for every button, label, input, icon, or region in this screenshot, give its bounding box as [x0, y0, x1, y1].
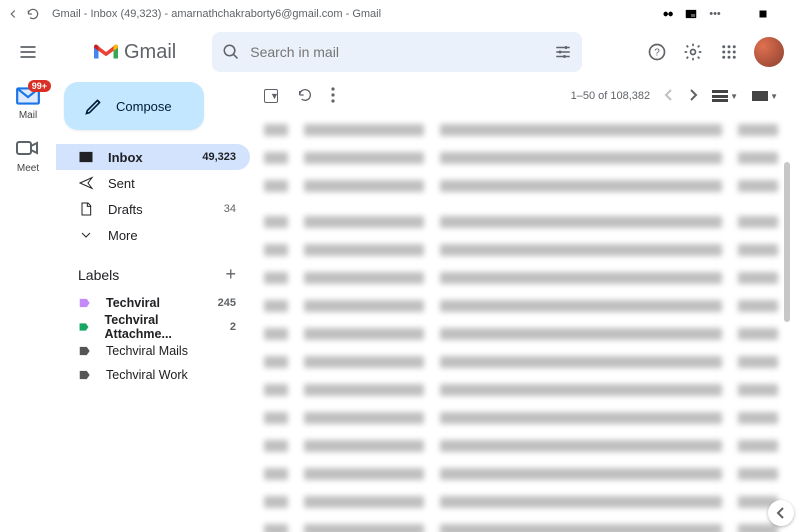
input-tools-toggle[interactable]: ▼ [752, 91, 778, 101]
prev-page-button[interactable] [664, 88, 674, 105]
nav-drafts[interactable]: Drafts 34 [56, 196, 250, 222]
label-item[interactable]: Techviral Work [56, 363, 250, 387]
message-row[interactable] [250, 144, 792, 172]
maximize-icon[interactable] [756, 7, 770, 21]
window-title: Gmail - Inbox (49,323) - amarnathchakrab… [52, 8, 381, 20]
message-row[interactable] [250, 208, 792, 236]
nav-inbox-count: 49,323 [202, 151, 236, 163]
mail-badge: 99+ [28, 80, 51, 92]
label-item[interactable]: Techviral245 [56, 291, 250, 315]
scrollbar[interactable] [784, 162, 790, 322]
message-row[interactable] [250, 172, 792, 200]
minimize-icon[interactable] [732, 7, 746, 21]
message-row[interactable] [250, 116, 792, 144]
message-list [250, 116, 792, 532]
label-item[interactable]: Techviral Attachme...2 [56, 315, 250, 339]
account-avatar[interactable] [754, 37, 784, 67]
message-row[interactable] [250, 460, 792, 488]
settings-gear-icon[interactable] [682, 41, 704, 63]
pip-icon[interactable] [684, 7, 698, 21]
rail-mail[interactable]: 99+ Mail [15, 86, 41, 121]
more-actions-button[interactable] [331, 87, 335, 106]
more-horiz-icon[interactable]: ••• [708, 7, 722, 21]
nav-sent[interactable]: Sent [56, 170, 250, 196]
select-all-checkbox[interactable]: ▼ [264, 89, 279, 103]
message-row[interactable] [250, 264, 792, 292]
nav-sent-label: Sent [108, 176, 135, 191]
message-row[interactable] [250, 376, 792, 404]
gmail-logo: Gmail [92, 41, 176, 64]
search-options-icon[interactable] [554, 43, 572, 61]
message-row[interactable] [250, 404, 792, 432]
rail-meet[interactable]: Meet [15, 139, 41, 174]
search-bar[interactable] [212, 32, 582, 72]
nav-drafts-label: Drafts [108, 202, 143, 217]
message-row[interactable] [250, 292, 792, 320]
search-icon [222, 43, 240, 61]
apps-grid-icon[interactable] [718, 41, 740, 63]
rail-mail-label: Mail [19, 110, 37, 121]
labels-header: Labels [78, 267, 119, 283]
nav-more-label: More [108, 228, 138, 243]
message-row[interactable] [250, 488, 792, 516]
nav-inbox-label: Inbox [108, 150, 143, 165]
support-icon[interactable]: ? [646, 41, 668, 63]
density-toggle[interactable]: ▼ [712, 90, 738, 102]
side-panel-toggle[interactable] [768, 500, 794, 526]
message-row[interactable] [250, 320, 792, 348]
nav-drafts-count: 34 [224, 203, 236, 215]
search-input[interactable] [250, 44, 554, 60]
message-row[interactable] [250, 348, 792, 376]
rail-meet-label: Meet [17, 163, 39, 174]
message-row[interactable] [250, 236, 792, 264]
close-window-icon[interactable] [780, 7, 794, 21]
nav-inbox[interactable]: Inbox 49,323 [56, 144, 250, 170]
back-icon[interactable] [6, 7, 20, 21]
svg-text:?: ? [654, 47, 660, 58]
app-name: Gmail [124, 41, 176, 64]
nav-more[interactable]: More [56, 222, 250, 248]
compose-button[interactable]: Compose [64, 82, 204, 130]
infinity-icon[interactable] [660, 7, 674, 21]
message-row[interactable] [250, 432, 792, 460]
compose-label: Compose [116, 99, 172, 114]
main-menu-button[interactable] [16, 40, 40, 64]
refresh-button[interactable] [297, 87, 313, 106]
add-label-button[interactable]: + [225, 264, 236, 285]
next-page-button[interactable] [688, 88, 698, 105]
message-row[interactable] [250, 516, 792, 532]
pager-text: 1–50 of 108,382 [571, 90, 651, 102]
reload-icon[interactable] [26, 7, 40, 21]
label-item[interactable]: Techviral Mails [56, 339, 250, 363]
